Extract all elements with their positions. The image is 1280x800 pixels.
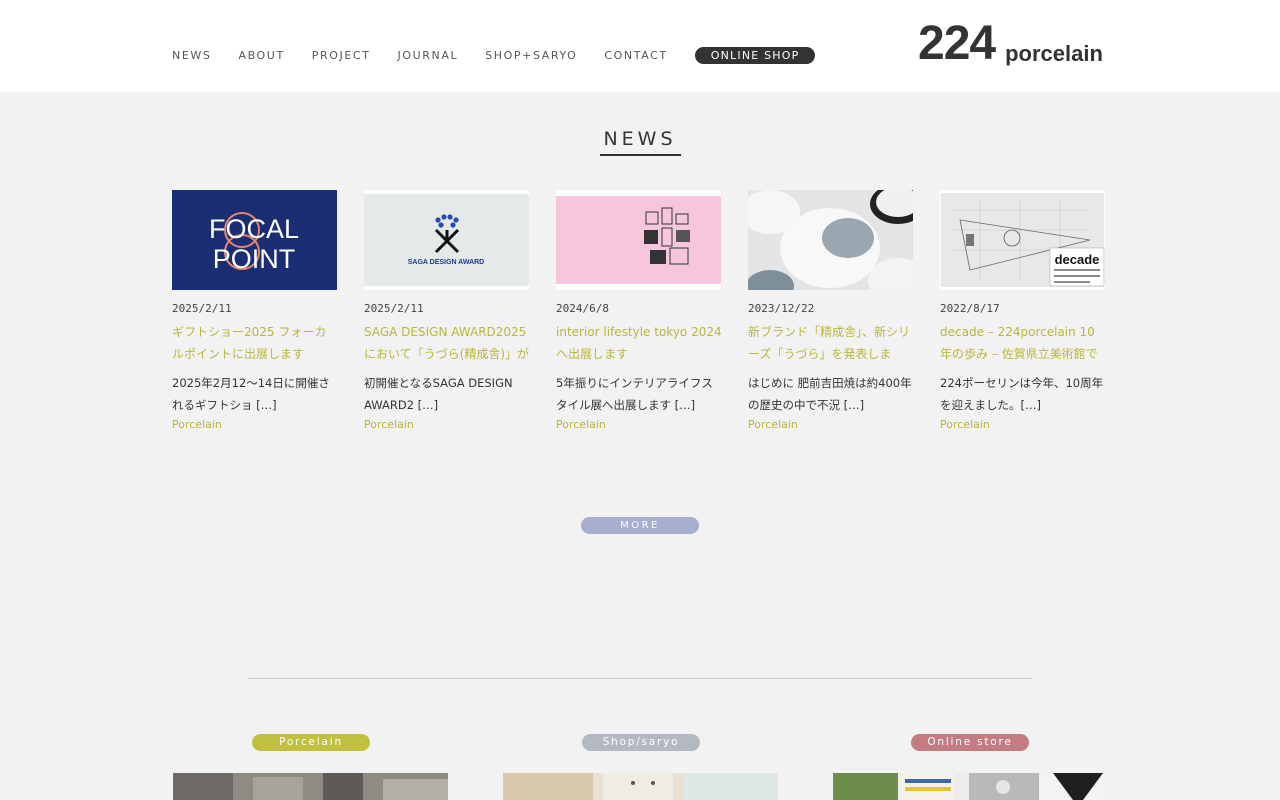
news-title-link[interactable]: ギフトショー2025 フォーカルポイントに出展します — [172, 321, 338, 365]
products-photo-image — [833, 773, 1108, 800]
news-category-link[interactable]: Porcelain — [940, 416, 1106, 434]
thumb-text-point: POINT — [213, 244, 296, 274]
news-date: 2022/8/17 — [940, 302, 1000, 315]
heading-underline — [600, 154, 681, 156]
news-category-link[interactable]: Porcelain — [748, 416, 914, 434]
thumb-text-award: SAGA DESIGN AWARD — [408, 259, 485, 266]
online-store-label[interactable]: Online store — [911, 734, 1029, 751]
news-date: 2024/6/8 — [556, 302, 609, 315]
news-thumbnail-interior-lifestyle[interactable] — [556, 190, 721, 290]
news-excerpt: はじめに 肥前吉田焼は約400年の歴史の中で不況 […] — [748, 376, 912, 412]
news-heading: NEWS — [603, 128, 677, 150]
news-thumbnail-uzura-plates[interactable] — [748, 190, 913, 290]
saga-design-award-logo-image: SAGA DESIGN AWARD — [364, 194, 529, 286]
nav-about[interactable]: ABOUT — [238, 49, 284, 62]
news-title-link[interactable]: decade – 224porcelain 10年の歩み – 佐賀県立美術館で開 — [940, 321, 1106, 365]
main-nav: NEWS ABOUT PROJECT JOURNAL SHOP+SARYO CO… — [172, 46, 842, 64]
news-thumbnail-decade[interactable]: decade — [940, 190, 1105, 290]
site-header: NEWS ABOUT PROJECT JOURNAL SHOP+SARYO CO… — [0, 0, 1280, 92]
news-thumbnail-saga-award[interactable]: SAGA DESIGN AWARD — [364, 190, 529, 290]
news-category-link[interactable]: Porcelain — [556, 416, 722, 434]
news-card[interactable]: decade 2022/8/17 decade – 224porcelain 1… — [940, 190, 1106, 434]
nav-news[interactable]: NEWS — [172, 49, 211, 62]
news-title-link[interactable]: SAGA DESIGN AWARD2025において「うづら(精成舎)」が大賞 — [364, 321, 530, 365]
nav-shop-saryo[interactable]: SHOP+SARYO — [485, 49, 577, 62]
news-card[interactable]: FOCAL POINT 2025/2/11 ギフトショー2025 フォーカルポイ… — [172, 190, 338, 434]
porcelain-photo[interactable] — [173, 773, 448, 800]
news-card[interactable]: 2023/12/22 新ブランド「精成舎」、新シリーズ「うづら」を発表します。 … — [748, 190, 914, 434]
online-shop-button[interactable]: ONLINE SHOP — [694, 46, 816, 64]
focal-point-logo-image: FOCAL POINT — [209, 212, 299, 274]
nav-journal[interactable]: JOURNAL — [398, 49, 459, 62]
news-date: 2025/2/11 — [172, 302, 232, 315]
online-store-photo[interactable] — [833, 773, 1108, 800]
news-excerpt: 2025年2月12〜14日に開催されるギフトショ […] — [172, 376, 330, 412]
shop-saryo-photo[interactable] — [503, 773, 778, 800]
news-excerpt: 5年振りにインテリアライフスタイル展へ出展します […] — [556, 376, 713, 412]
nav-contact[interactable]: CONTACT — [604, 49, 667, 62]
more-button[interactable]: MORE — [581, 517, 699, 534]
porcelain-label[interactable]: Porcelain — [252, 734, 370, 751]
logo-word: porcelain — [1005, 41, 1103, 66]
decade-exhibition-poster-image: decade — [941, 193, 1105, 287]
interior-lifestyle-poster-image — [556, 196, 721, 284]
news-category-link[interactable]: Porcelain — [172, 416, 338, 434]
news-list: FOCAL POINT 2025/2/11 ギフトショー2025 フォーカルポイ… — [172, 190, 1112, 450]
news-excerpt: 初開催となるSAGA DESIGN AWARD2 […] — [364, 376, 513, 412]
shop-saryo-label[interactable]: Shop/saryo — [582, 734, 700, 751]
logo-number: 224 — [918, 17, 996, 70]
news-title-link[interactable]: interior lifestyle tokyo 2024 へ出展します — [556, 321, 722, 365]
thumb-text-focal: FOCAL — [209, 214, 299, 244]
news-date: 2023/12/22 — [748, 302, 815, 315]
shop-interior-photo-image — [503, 773, 778, 800]
factory-photo-image — [173, 773, 448, 800]
thumb-text-decade: decade — [1055, 252, 1100, 267]
site-logo[interactable]: 224 porcelain — [918, 18, 1103, 68]
news-title-link[interactable]: 新ブランド「精成舎」、新シリーズ「うづら」を発表します。 — [748, 321, 914, 365]
nav-project[interactable]: PROJECT — [312, 49, 371, 62]
news-card[interactable]: 2024/6/8 interior lifestyle tokyo 2024 へ… — [556, 190, 722, 434]
news-excerpt: 224ポーセリンは今年、10周年を迎えました。[…] — [940, 376, 1104, 412]
section-divider — [248, 678, 1032, 679]
news-card[interactable]: SAGA DESIGN AWARD 2025/2/11 SAGA DESIGN … — [364, 190, 530, 434]
news-thumbnail-focal-point[interactable]: FOCAL POINT — [172, 190, 337, 290]
news-date: 2025/2/11 — [364, 302, 424, 315]
news-category-link[interactable]: Porcelain — [364, 416, 530, 434]
porcelain-plates-image — [748, 190, 913, 290]
